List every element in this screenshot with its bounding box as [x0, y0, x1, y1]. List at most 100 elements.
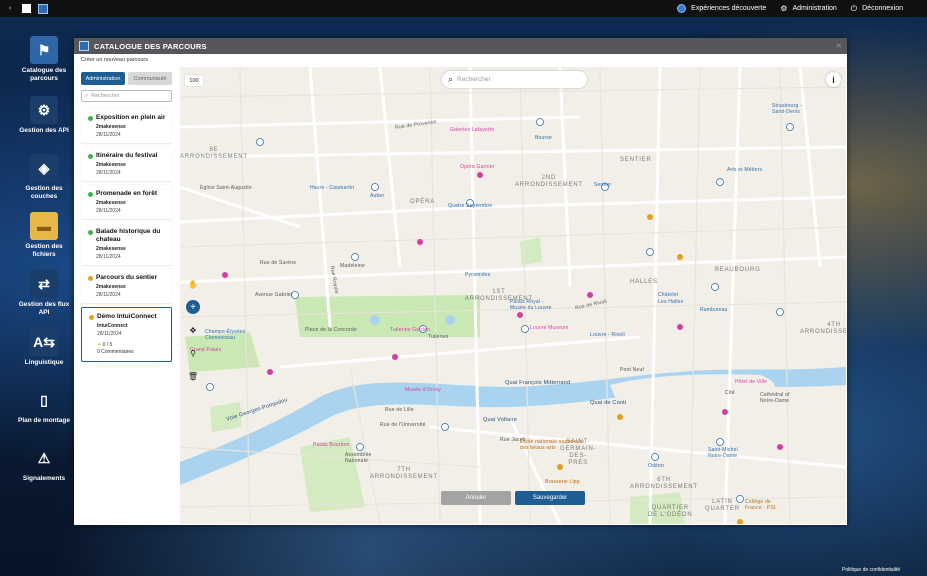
status-dot	[88, 275, 93, 281]
flow-icon: ⇄	[30, 270, 58, 298]
route-title: Itinéraire du festival	[96, 152, 158, 159]
status-dot	[89, 314, 94, 320]
map-label-poi: Pont Neuf	[620, 367, 645, 373]
dock-item-flows[interactable]: ⇄ Gestion des flux API	[16, 270, 72, 317]
map-label-poi: Tuileries	[428, 334, 449, 340]
window-logo-icon	[79, 41, 89, 51]
tab-community[interactable]: Communauté	[128, 72, 172, 85]
move-icon[interactable]: ✥	[186, 323, 200, 337]
map-label-street: Quai Voltaire	[483, 417, 518, 423]
dock-label: Linguistique	[24, 359, 64, 366]
map-label-poi: Rambuteau	[700, 307, 728, 313]
trash-icon[interactable]: 🗑	[186, 369, 200, 383]
map-label-district: BEAUBOURG	[715, 267, 761, 273]
hand-pan-icon[interactable]: ✋	[186, 277, 200, 291]
info-button[interactable]: i	[826, 72, 841, 87]
zoom-level: 100	[185, 75, 203, 86]
privacy-link[interactable]: Politique de confidentialité	[842, 567, 900, 573]
dock-item-api[interactable]: ⚙ Gestion des API	[16, 96, 72, 135]
list-tabs: Administration Communauté	[81, 72, 179, 85]
dock-item-plan[interactable]: ▯ Plan de montage	[16, 386, 72, 425]
map-label-poi: Opéra Garnier	[460, 164, 495, 170]
dock-item-reports[interactable]: ⚠ Signalements	[16, 444, 72, 483]
cancel-button[interactable]: Annuler	[441, 491, 511, 505]
create-route-link[interactable]: Créer un nouveau parcours	[81, 57, 148, 63]
tab-administration[interactable]: Administration	[81, 72, 125, 85]
map-label-poi: Bourse	[535, 135, 553, 141]
dock-item-files[interactable]: ▬ Gestion des fichiers	[16, 212, 72, 259]
window-title-bar: CATALOGUE DES PARCOURS ✕	[74, 38, 847, 54]
dock-item-catalogue[interactable]: ⚑ Catalogue des parcours	[16, 36, 72, 83]
dock-label: Gestion des couches	[25, 185, 63, 200]
map-label-district: 4TH ARRONDISSEMENT	[800, 322, 846, 335]
map-label-street: Quai de Conti	[590, 400, 627, 406]
status-dot	[88, 115, 93, 121]
map-label-poi: Saint-Michel Notre-Dame	[708, 447, 738, 459]
route-card[interactable]: Parcours du sentier 2makesense 28/11/202…	[81, 269, 172, 304]
warning-icon: ⚠	[37, 450, 51, 466]
dock-item-linguistics[interactable]: A⇆ Linguistique	[16, 328, 72, 367]
search-placeholder: Rechercher	[91, 93, 120, 99]
save-button[interactable]: Sauvegarder	[515, 491, 585, 505]
route-author: IntuiConnect	[97, 323, 128, 329]
map-label-poi: Les Halles	[658, 299, 684, 305]
map-label-poi: Madeleine	[340, 263, 365, 269]
map-label-poi: Strasbourg - Saint-Denis	[772, 103, 802, 115]
map-label-poi: Musée d'Orsay	[405, 387, 442, 393]
dock-label: Signalements	[22, 475, 66, 482]
map-label-district: SENTIER	[620, 157, 652, 163]
map-label-poi: Louvre Museum	[530, 325, 569, 331]
route-card[interactable]: Promenade en forêt 2makesense 28/11/2024	[81, 185, 172, 220]
route-list-panel: Administration Communauté ⌕ Rechercher E…	[81, 72, 179, 524]
map-label-poi: Quatre Septembre	[448, 203, 493, 209]
back-icon[interactable]: ‹	[5, 4, 15, 14]
add-point-icon[interactable]: +	[186, 300, 200, 314]
map-label-district: 7TH ARRONDISSEMENT	[370, 467, 438, 480]
globe-icon	[677, 4, 687, 13]
map-label-poi: Sentier	[594, 182, 612, 188]
api-icon: ⚙	[30, 96, 58, 124]
map-label-poi: Église Saint-Augustin	[200, 185, 252, 191]
folder-icon: ▬	[30, 212, 58, 240]
map-label-street: Quai François Mitterrand	[505, 380, 571, 386]
route-stats: ✦ 0 / 5 0 Commentaires	[97, 342, 166, 356]
route-date: 28/11/2024	[96, 254, 121, 260]
route-date: 28/11/2024	[96, 170, 121, 176]
map-label-poi: Louvre - Rivoli	[590, 332, 625, 338]
map-search-input[interactable]: ⌕ Rechercher	[442, 71, 587, 88]
dock-item-layers[interactable]: ◈ Gestion des couches	[16, 154, 72, 201]
route-search-input[interactable]: ⌕ Rechercher	[81, 90, 172, 102]
close-icon[interactable]: ✕	[836, 42, 842, 50]
map-view[interactable]: 8E ARRONDISSEMENT 2ND ARRONDISSEMENT 1ST…	[180, 67, 846, 524]
status-dot	[88, 191, 93, 197]
route-author: 2makesense	[96, 162, 126, 168]
map-label-poi: Hôtel de Ville	[735, 379, 768, 385]
status-dot	[88, 229, 93, 235]
map-label-poi: Place de la Concorde	[305, 327, 357, 333]
app-logo-icon[interactable]	[38, 3, 48, 14]
map-label-poi: Auber	[370, 193, 385, 199]
experiences-menu[interactable]: Expériences découverte	[677, 4, 766, 13]
route-title: Démo IntuiConnect	[97, 313, 157, 320]
map-label-poi: Châtelet	[658, 292, 679, 298]
map-label-street: Rue de Lille	[385, 407, 414, 413]
map-label-poi: Collège de France - PSL	[745, 499, 777, 511]
logout-button[interactable]: ⏻ Déconnexion	[851, 4, 903, 14]
dock-label: Gestion des fichiers	[25, 243, 63, 258]
route-rating: 0 / 5	[102, 342, 113, 348]
search-icon: ⌕	[448, 74, 454, 84]
map-label-district: OPÉRA	[410, 199, 436, 205]
window-title: CATALOGUE DES PARCOURS	[94, 41, 207, 51]
route-author: 2makesense	[96, 200, 126, 206]
map-label-street: Avenue Gabriel	[255, 292, 293, 298]
route-list: Exposition en plein air 2makesense 28/11…	[81, 109, 179, 362]
route-card[interactable]: Itinéraire du festival 2makesense 28/11/…	[81, 147, 172, 182]
pin-icon[interactable]: ⚲	[186, 346, 200, 360]
route-card[interactable]: Exposition en plein air 2makesense 28/11…	[81, 109, 172, 144]
star-icon: ✦	[97, 342, 102, 348]
map-label-poi: Tuileries Garden	[390, 327, 430, 333]
admin-menu[interactable]: ⚙ Administration	[780, 4, 837, 13]
home-square-icon[interactable]	[22, 4, 31, 13]
route-card[interactable]: Balade historique du chateau 2makesense …	[81, 223, 172, 266]
route-card-selected[interactable]: Démo IntuiConnect IntuiConnect 28/11/202…	[81, 307, 172, 362]
